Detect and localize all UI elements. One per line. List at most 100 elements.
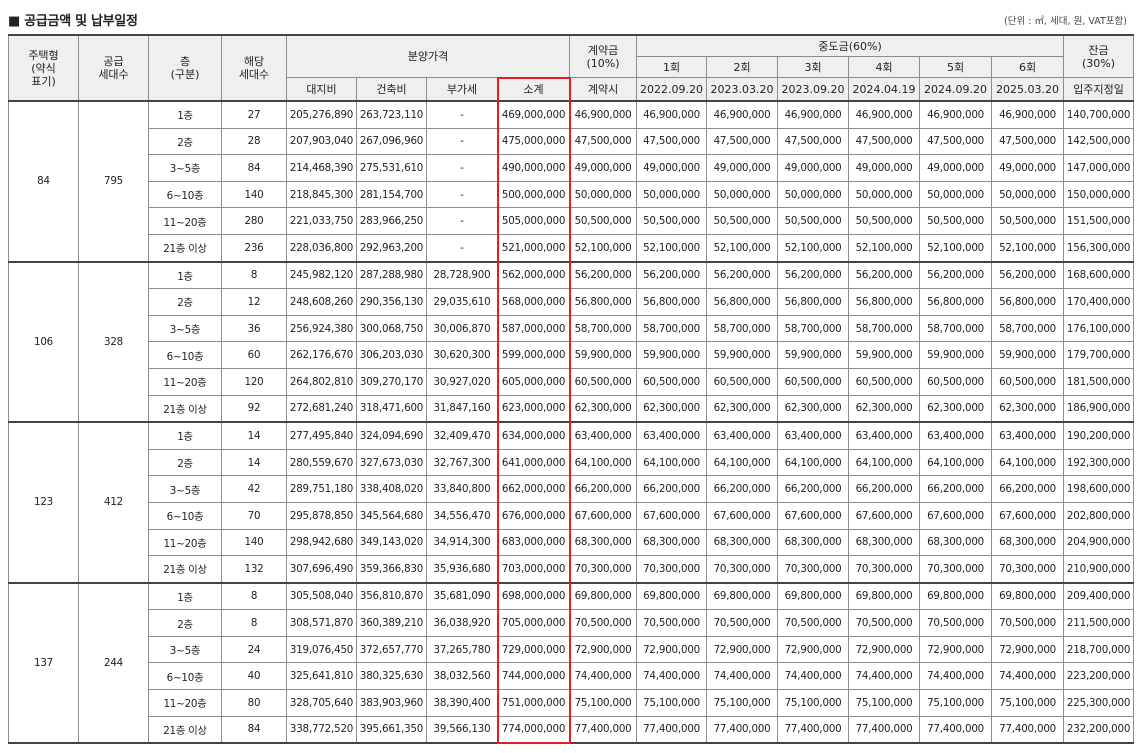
cell-balance: 223,200,000	[1063, 662, 1135, 691]
cell-floor: 2층	[148, 288, 222, 316]
cell-floor: 21층 이상	[148, 555, 222, 584]
cell-middle-4: 66,200,000	[848, 475, 921, 503]
cell-subtotal: 676,000,000	[496, 501, 571, 530]
cell-balance: 202,800,000	[1063, 501, 1135, 530]
cell-middle-2: 67,600,000	[706, 501, 779, 530]
cell-middle-3: 63,400,000	[777, 421, 850, 450]
cell-middle-5: 58,700,000	[919, 314, 993, 343]
cell-middle-3: 69,800,000	[777, 581, 850, 611]
cell-vat: 39,566,130	[426, 715, 498, 744]
cell-middle-6: 50,500,000	[991, 207, 1065, 235]
cell-units: 80	[221, 689, 287, 717]
table-row: 21층 이상 84 338,772,520 395,661,350 39,566,130…	[9, 715, 1135, 744]
cell-balance: 186,900,000	[1063, 394, 1135, 423]
cell-vat: -	[426, 154, 498, 182]
cell-deposit: 62,300,000	[569, 394, 638, 423]
cell-middle-2: 66,200,000	[706, 475, 779, 503]
cell-middle-5: 75,100,000	[919, 689, 993, 717]
cell-middle-5: 56,200,000	[919, 260, 993, 290]
cell-middle-2: 77,400,000	[706, 715, 779, 744]
cell-middle-5: 72,900,000	[919, 635, 993, 664]
cell-middle-5: 62,300,000	[919, 394, 993, 423]
cell-middle-3: 52,100,000	[777, 233, 850, 263]
cell-balance: 142,500,000	[1063, 127, 1135, 156]
cell-building: 309,270,170	[356, 367, 427, 396]
cell-floor: 21층 이상	[148, 715, 222, 744]
cell-middle-2: 75,100,000	[706, 689, 779, 717]
table-row: 137 244 1층 8 305,508,040 356,810,870 35,681,09…	[8, 581, 1135, 744]
cell-units: 280	[221, 207, 287, 235]
cell-units: 14	[221, 421, 287, 450]
header-balance-when: 입주지정일	[1063, 77, 1135, 102]
cell-subtotal: 634,000,000	[496, 421, 571, 450]
cell-middle-5: 70,300,000	[919, 555, 993, 584]
cell-middle-4: 50,500,000	[848, 207, 921, 235]
cell-units: 42	[221, 475, 287, 503]
cell-middle-1: 50,500,000	[636, 207, 708, 235]
cell-building: 287,288,980	[356, 260, 427, 290]
header-date-2: 2023.03.20	[706, 77, 779, 102]
cell-deposit: 56,200,000	[569, 260, 638, 290]
header-round-4: 4회	[848, 56, 921, 78]
cell-middle-6: 63,400,000	[991, 421, 1065, 450]
cell-balance: 218,700,000	[1063, 635, 1135, 664]
cell-units: 40	[221, 662, 287, 691]
table-row: 3~5층 84 214,468,390 275,531,610-490,000,000…	[9, 154, 1135, 182]
table-row: 21층 이상 236 228,036,800 292,963,200-521,000,…	[9, 233, 1135, 263]
cell-land: 280,559,670	[286, 448, 357, 477]
cell-subtotal: 469,000,000	[496, 100, 571, 129]
cell-units: 140	[221, 180, 287, 209]
header-balance: 잔금 (30%)	[1063, 34, 1135, 78]
cell-middle-5: 77,400,000	[919, 715, 993, 744]
header-date-5: 2024.09.20	[919, 77, 993, 102]
cell-middle-1: 77,400,000	[636, 715, 708, 744]
cell-middle-6: 72,900,000	[991, 635, 1065, 664]
cell-land: 295,878,850	[286, 501, 357, 530]
cell-balance: 156,300,000	[1063, 233, 1135, 263]
cell-middle-4: 49,000,000	[848, 154, 921, 182]
cell-middle-5: 66,200,000	[919, 475, 993, 503]
cell-building: 360,389,210	[356, 609, 427, 637]
price-schedule-table: 주택형 (약식 표기) 공급 세대수 층 (구분) 해당 세대수 분양가격 계약금 (10%…	[8, 34, 1135, 745]
cell-middle-6: 77,400,000	[991, 715, 1065, 744]
cell-middle-3: 50,500,000	[777, 207, 850, 235]
cell-deposit: 66,200,000	[569, 475, 638, 503]
cell-subtotal: 703,000,000	[496, 555, 571, 584]
cell-building: 267,096,960	[356, 127, 427, 156]
cell-middle-4: 77,400,000	[848, 715, 921, 744]
cell-type: 137	[8, 581, 79, 744]
table-row: 3~5층 36 256,924,380 300,068,750 30,006,870 58…	[9, 314, 1135, 343]
cell-middle-6: 56,800,000	[991, 288, 1065, 316]
cell-middle-6: 64,100,000	[991, 448, 1065, 477]
cell-floor: 21층 이상	[148, 394, 222, 423]
cell-middle-1: 72,900,000	[636, 635, 708, 664]
cell-middle-1: 64,100,000	[636, 448, 708, 477]
header-round-2: 2회	[706, 56, 779, 78]
header-date-3: 2023.09.20	[777, 77, 850, 102]
cell-floor: 1층	[148, 581, 222, 611]
cell-middle-1: 52,100,000	[636, 233, 708, 263]
cell-supply: 244	[78, 581, 149, 744]
cell-units: 236	[221, 233, 287, 263]
cell-floor: 1층	[148, 421, 222, 450]
cell-middle-4: 47,500,000	[848, 127, 921, 156]
cell-deposit: 60,500,000	[569, 367, 638, 396]
cell-middle-6: 56,200,000	[991, 260, 1065, 290]
cell-subtotal: 505,000,000	[496, 207, 571, 235]
cell-balance: 192,300,000	[1063, 448, 1135, 477]
cell-middle-4: 60,500,000	[848, 367, 921, 396]
cell-balance: 190,200,000	[1063, 421, 1135, 450]
cell-middle-1: 63,400,000	[636, 421, 708, 450]
cell-land: 262,176,670	[286, 341, 357, 369]
header-type: 주택형 (약식 표기)	[8, 34, 79, 102]
cell-vat: 31,847,160	[426, 394, 498, 423]
cell-middle-2: 56,800,000	[706, 288, 779, 316]
cell-middle-1: 69,800,000	[636, 581, 708, 611]
table-body: 84 795 1층 27 205,276,890 263,723,110-469,000,…	[8, 100, 1135, 744]
cell-building: 290,356,130	[356, 288, 427, 316]
cell-deposit: 46,900,000	[569, 100, 638, 129]
cell-floor: 2층	[148, 609, 222, 637]
cell-vat: 32,767,300	[426, 448, 498, 477]
cell-building: 356,810,870	[356, 581, 427, 611]
table-row: 3~5층 24 319,076,450 372,657,770 37,265,780 72…	[9, 635, 1135, 664]
